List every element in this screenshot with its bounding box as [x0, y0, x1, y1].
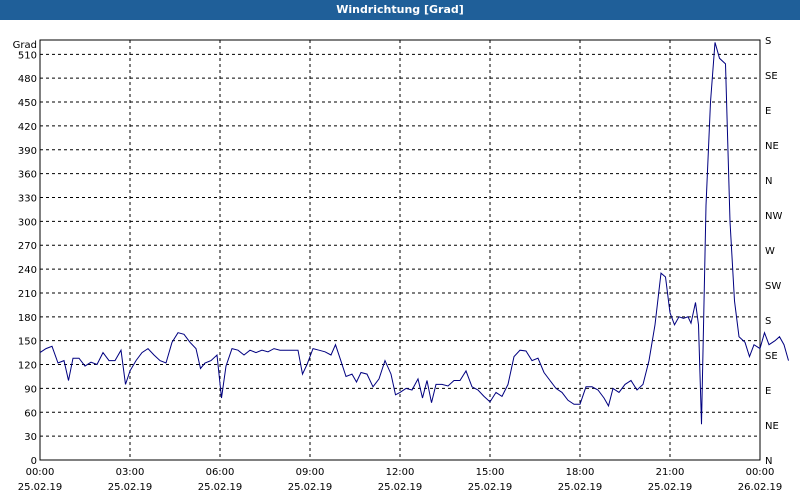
x-tick-date: 25.02.19 — [108, 482, 153, 493]
chart-title: Windrichtung [Grad] — [0, 0, 800, 20]
x-tick-date: 25.02.19 — [378, 482, 423, 493]
y-tick-label: 210 — [18, 289, 37, 300]
y-tick-label: 150 — [18, 337, 37, 348]
x-tick-date: 25.02.19 — [648, 482, 693, 493]
x-tick-time: 00:00 — [26, 467, 55, 478]
y-tick-label: 390 — [18, 146, 37, 157]
series — [39, 42, 789, 425]
y-tick-label: 60 — [24, 408, 37, 419]
y-tick-label: 30 — [24, 432, 37, 443]
y-tick-label: 480 — [18, 74, 37, 85]
y-tick-label: 90 — [24, 384, 37, 395]
y-tick-label: 360 — [18, 170, 37, 181]
x-tick-date: 25.02.19 — [468, 482, 513, 493]
right-tick-label: N — [765, 456, 772, 467]
y-axis-ticks: 0 30 60 90 120 150 180 210 240 270 300 330 360 390 420… — [18, 50, 37, 467]
x-tick-time: 03:00 — [116, 467, 145, 478]
x-tick-time: 00:00 — [746, 467, 775, 478]
right-tick-label: W — [765, 246, 775, 257]
x-tick-date: 25.02.19 — [288, 482, 333, 493]
x-tick-time: 21:00 — [656, 467, 685, 478]
x-tick-time: 15:00 — [476, 467, 505, 478]
y-tick-label: 0 — [31, 456, 37, 467]
series-line — [39, 42, 789, 425]
right-tick-label: SE — [765, 71, 778, 82]
right-tick-label: NW — [765, 211, 782, 222]
y-tick-label: 420 — [18, 122, 37, 133]
right-tick-label: N — [765, 176, 772, 187]
x-tick-date: 25.02.19 — [18, 482, 63, 493]
x-tick-date: 25.02.19 — [198, 482, 243, 493]
right-tick-label: SW — [765, 281, 781, 292]
x-tick-date: 26.02.19 — [738, 482, 783, 493]
y-tick-label: 330 — [18, 194, 37, 205]
right-tick-label: NE — [765, 421, 779, 432]
y-tick-label: 450 — [18, 98, 37, 109]
x-axis-ticks: 00:00 25.02.19 03:00 25.02.19 06:00 25.02.19 0… — [18, 467, 783, 493]
right-axis-compass-ticks: N NE E SE S SW W NW N NE E SE S — [765, 36, 782, 467]
x-tick-time: 09:00 — [296, 467, 325, 478]
y-tick-label: 270 — [18, 241, 37, 252]
y-tick-label: 180 — [18, 313, 37, 324]
right-tick-label: NE — [765, 141, 779, 152]
y-tick-label: 510 — [18, 50, 37, 61]
x-tick-time: 06:00 — [206, 467, 235, 478]
y-tick-label: 120 — [18, 361, 37, 372]
y-tick-label: 240 — [18, 265, 37, 276]
x-tick-time: 18:00 — [566, 467, 595, 478]
grid — [40, 40, 760, 460]
x-tick-time: 12:00 — [386, 467, 415, 478]
y-tick-label: 300 — [18, 217, 37, 228]
right-tick-label: S — [765, 316, 771, 327]
right-tick-label: E — [765, 386, 771, 397]
line-chart: Grad 03060901201501802102402703003303603… — [13, 36, 789, 493]
x-tick-date: 25.02.19 — [558, 482, 603, 493]
right-tick-label: E — [765, 106, 771, 117]
right-tick-label: S — [765, 36, 771, 47]
right-tick-label: SE — [765, 351, 778, 362]
